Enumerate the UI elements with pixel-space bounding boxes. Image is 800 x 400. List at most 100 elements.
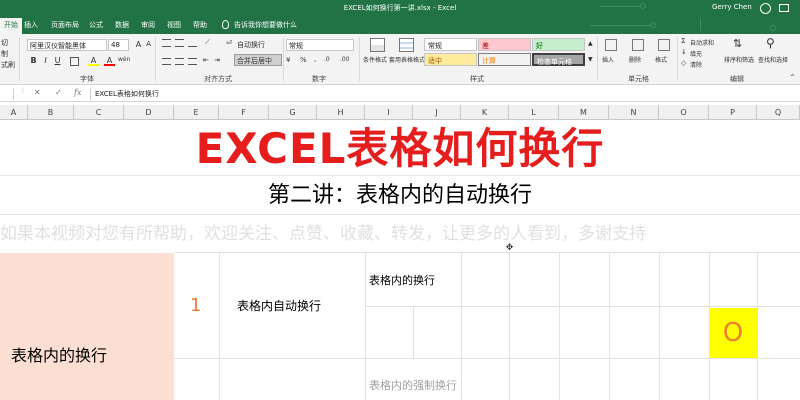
tab-formulas[interactable]: 公式 xyxy=(89,20,103,30)
collapse-ribbon-icon[interactable]: ^ xyxy=(790,74,795,81)
name-box[interactable] xyxy=(0,88,14,100)
name-box-dropdown-icon[interactable]: ⋮ xyxy=(20,87,26,94)
tab-review[interactable]: 审阅 xyxy=(141,20,155,30)
column-header-n[interactable]: N xyxy=(609,105,659,120)
style-normal[interactable]: 常规 xyxy=(424,38,477,51)
column-header-e[interactable]: E xyxy=(174,105,219,120)
autosum-button[interactable]: 自动求和 xyxy=(690,38,714,47)
align-center-icon[interactable] xyxy=(175,58,184,65)
currency-icon[interactable]: ¥ xyxy=(286,56,290,64)
style-good[interactable]: 好 xyxy=(532,38,585,51)
tab-page-layout[interactable]: 页面布局 xyxy=(51,20,79,30)
wrap-text-icon[interactable]: ⏎ xyxy=(226,39,232,47)
column-header-a[interactable]: A xyxy=(0,105,28,120)
font-name-combo[interactable]: 阿里汉仪智能黑体 xyxy=(27,39,107,51)
style-calculation[interactable]: 计算 xyxy=(478,53,531,66)
marker-cell[interactable]: O xyxy=(709,308,757,358)
tab-view[interactable]: 视图 xyxy=(167,20,181,30)
column-header-f[interactable]: F xyxy=(219,105,269,120)
clear-icon[interactable]: ◇ xyxy=(681,59,686,67)
search-icon[interactable]: ⚲ xyxy=(766,36,775,50)
decrease-decimal-icon[interactable]: .00 xyxy=(340,56,350,63)
align-right-icon[interactable] xyxy=(188,58,197,65)
copy-button[interactable]: 制 xyxy=(1,49,8,59)
column-header-h[interactable]: H xyxy=(317,105,365,120)
shrink-font-button[interactable]: A xyxy=(143,39,154,50)
italic-button[interactable]: I xyxy=(40,55,51,66)
bottom-align-icon[interactable] xyxy=(188,39,197,47)
top-align-icon[interactable] xyxy=(162,39,171,47)
column-header-q[interactable]: Q xyxy=(757,105,800,120)
column-header-c[interactable]: C xyxy=(74,105,124,120)
wrap-text-button[interactable]: 自动换行 xyxy=(237,40,265,50)
column-header-o[interactable]: O xyxy=(659,105,709,120)
fill-button[interactable]: 填充 xyxy=(690,49,702,58)
insert-cells-icon[interactable] xyxy=(605,39,617,51)
increase-decimal-icon[interactable]: .0 xyxy=(324,56,330,63)
user-name[interactable]: Gerry Chen xyxy=(712,3,752,11)
wrap-text-cell[interactable]: 表格内的换行 xyxy=(369,272,435,288)
item-number[interactable]: 1 xyxy=(190,295,201,316)
format-as-table-button[interactable]: 套用表格格式 xyxy=(389,55,425,64)
format-as-table-icon[interactable] xyxy=(399,38,414,52)
orientation-icon[interactable]: ⟋ xyxy=(205,38,210,47)
borders-icon[interactable] xyxy=(70,57,79,66)
cut-button[interactable]: 切 xyxy=(1,38,8,48)
autosum-icon[interactable]: Σ xyxy=(681,37,685,45)
fill-icon[interactable]: ↓ xyxy=(681,48,687,56)
insert-cells-button[interactable]: 插入 xyxy=(602,55,614,64)
sheet-title[interactable]: EXCEL表格如何换行 xyxy=(0,122,800,175)
item-label-cell[interactable]: 表格内自动换行 xyxy=(237,297,321,314)
format-cells-icon[interactable] xyxy=(658,39,670,51)
styles-scroll-up-icon[interactable]: ▲ xyxy=(588,40,593,47)
conditional-format-icon[interactable] xyxy=(370,38,385,52)
tab-insert[interactable]: 插入 xyxy=(24,20,38,30)
column-header-p[interactable]: P xyxy=(709,105,757,120)
column-header-k[interactable]: K xyxy=(461,105,509,120)
conditional-format-button[interactable]: 条件格式 xyxy=(363,55,387,64)
middle-align-icon[interactable] xyxy=(175,39,184,47)
percent-button[interactable]: % xyxy=(300,56,307,64)
underline-button[interactable]: U xyxy=(52,55,63,66)
tell-me-search[interactable]: 告诉我你想要做什么 xyxy=(234,20,297,30)
cancel-icon[interactable]: ✕ xyxy=(34,88,41,97)
font-color-button[interactable]: A xyxy=(104,55,115,66)
tab-data[interactable]: 数据 xyxy=(115,20,129,30)
style-bad[interactable]: 差 xyxy=(478,38,531,51)
number-format-combo[interactable]: 常规 xyxy=(286,39,354,51)
delete-cells-button[interactable]: 删除 xyxy=(629,55,641,64)
fill-color-button[interactable]: A xyxy=(88,55,99,66)
tab-help[interactable]: 帮助 xyxy=(193,20,207,30)
find-select-button[interactable]: 查找和选择 xyxy=(758,55,788,64)
forced-wrap-cell[interactable]: 表格内的强制换行 xyxy=(369,377,457,393)
column-header-m[interactable]: M xyxy=(559,105,609,120)
user-avatar-icon[interactable] xyxy=(760,3,771,14)
style-check-cell[interactable]: 检查单元格 xyxy=(532,53,585,66)
sort-filter-icon[interactable]: ⇅ xyxy=(733,37,742,50)
phonetic-button[interactable]: wén xyxy=(118,56,130,63)
insert-function-icon[interactable]: fx xyxy=(74,88,81,97)
styles-more-icon[interactable]: ▼ xyxy=(588,56,593,63)
format-painter-button[interactable]: 式刷 xyxy=(1,60,15,70)
decrease-indent-icon[interactable]: ⇤ xyxy=(203,56,209,64)
formula-input[interactable]: EXCEL表格如何换行 xyxy=(90,88,800,100)
column-header-i[interactable]: I xyxy=(365,105,413,120)
bold-button[interactable]: B xyxy=(28,55,39,66)
merge-center-button[interactable]: 合并后居中 xyxy=(237,56,272,66)
column-header-d[interactable]: D xyxy=(124,105,174,120)
tab-home[interactable]: 开始 xyxy=(0,18,22,34)
style-neutral[interactable]: 适中 xyxy=(424,53,477,66)
sort-filter-button[interactable]: 排序和筛选 xyxy=(724,55,754,64)
delete-cells-icon[interactable] xyxy=(632,39,644,51)
column-header-j[interactable]: J xyxy=(413,105,461,120)
column-header-l[interactable]: L xyxy=(509,105,559,120)
increase-indent-icon[interactable]: ⇥ xyxy=(214,56,220,64)
enter-icon[interactable]: ✓ xyxy=(55,88,62,97)
ribbon-display-options-icon[interactable] xyxy=(779,4,789,12)
column-header-g[interactable]: G xyxy=(269,105,317,120)
comma-button[interactable]: , xyxy=(314,55,316,63)
sheet-subtitle[interactable]: 第二讲：表格内的自动换行 xyxy=(0,175,800,215)
section-cell[interactable] xyxy=(0,253,174,400)
clear-button[interactable]: 清除 xyxy=(690,60,702,69)
align-left-icon[interactable] xyxy=(162,58,171,65)
